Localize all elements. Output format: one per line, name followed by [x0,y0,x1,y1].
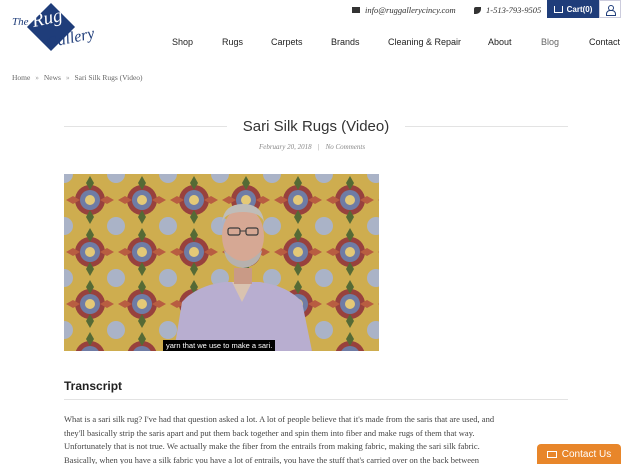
title-divider-left [64,125,227,127]
breadcrumb-home[interactable]: Home [12,73,30,82]
cart-icon [553,5,563,13]
video-player[interactable] [64,174,379,351]
main-nav: Shop Rugs Carpets Brands Cleaning & Repa… [0,37,624,51]
breadcrumb-separator: » [35,73,39,82]
contact-us-button[interactable]: Contact Us [537,444,621,464]
email-text: info@ruggallerycincy.com [365,5,456,15]
account-button[interactable] [599,0,621,18]
nav-cleaning-repair[interactable]: Cleaning & Repair [388,37,461,47]
post-meta: February 20, 2018 | No Comments [0,143,624,151]
title-row: Sari Silk Rugs (Video) [64,116,569,136]
cart-label: Cart(0) [566,4,593,14]
breadcrumb-news[interactable]: News [44,73,61,82]
nav-blog[interactable]: Blog [541,37,559,47]
transcript-divider [64,399,568,400]
breadcrumb-current: Sari Silk Rugs (Video) [74,73,143,82]
post-date: February 20, 2018 [258,143,312,151]
phone-icon [474,6,481,14]
page-title: Sari Silk Rugs (Video) [242,117,390,135]
breadcrumb-separator: » [65,73,70,82]
title-divider-right [405,125,569,127]
envelope-icon [546,450,557,458]
mail-icon [352,7,360,13]
nav-shop[interactable]: Shop [172,37,193,47]
meta-separator: | [317,143,320,151]
nav-carpets[interactable]: Carpets [271,37,303,47]
transcript-heading: Transcript [64,379,123,393]
video-caption: yarn that we use to make a sari. [163,340,276,351]
top-bar: info@ruggallerycincy.com 1-513-793-9505 … [0,0,624,22]
nav-rugs[interactable]: Rugs [222,37,243,47]
breadcrumb: Home » News » Sari Silk Rugs (Video) [12,73,143,82]
cart-button[interactable]: Cart(0) [547,0,599,18]
email-link[interactable]: info@ruggallerycincy.com [352,5,456,15]
phone-link[interactable]: 1-513-793-9505 [474,5,541,15]
contact-us-label: Contact Us [561,448,612,460]
transcript-line: they'll basically strip the saris apart … [64,427,475,438]
user-icon [606,4,616,16]
comments-link[interactable]: No Comments [326,143,365,151]
nav-contact[interactable]: Contact [589,37,620,47]
video-frame [64,174,379,351]
nav-brands[interactable]: Brands [331,37,360,47]
nav-about[interactable]: About [488,37,512,47]
phone-text: 1-513-793-9505 [486,5,542,15]
transcript-line: What is a sari silk rug? I've had that q… [64,414,495,424]
